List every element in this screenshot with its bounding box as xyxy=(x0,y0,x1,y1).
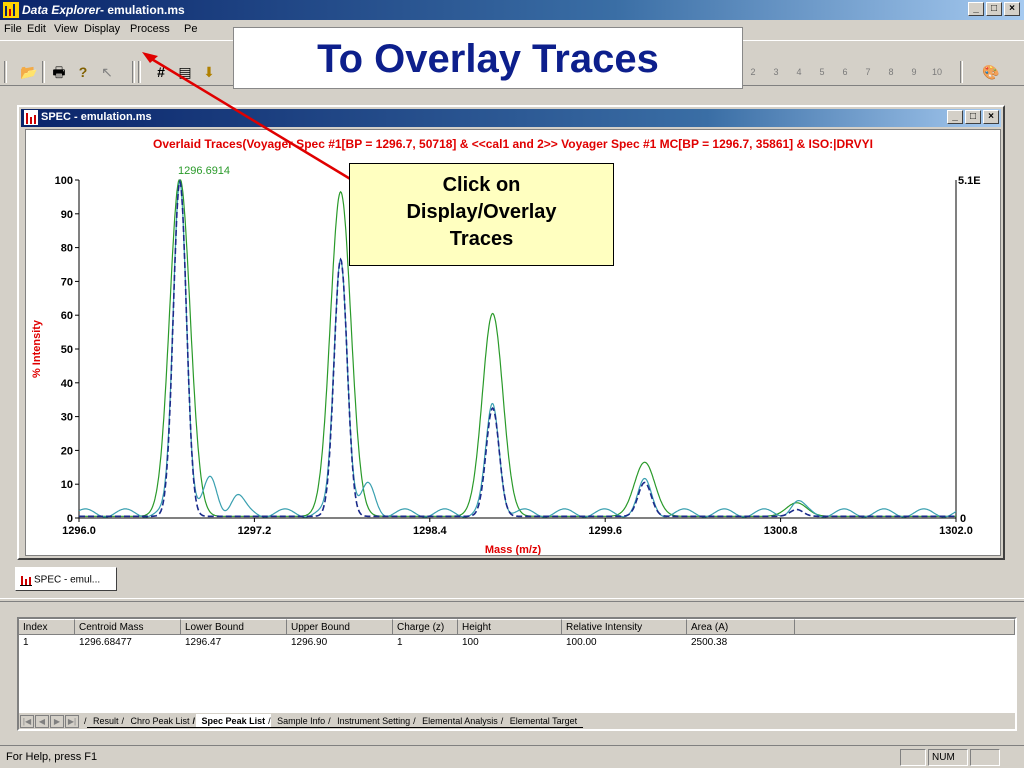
menu-peaks[interactable]: Pe xyxy=(184,23,197,35)
y-tick-label: 20 xyxy=(61,445,73,457)
download-icon[interactable]: ⬇ xyxy=(200,63,218,81)
col-lower-bound[interactable]: Lower Bound xyxy=(181,619,287,635)
spec-maximize-button[interactable]: □ xyxy=(965,110,981,124)
peak-annotation: 1296.6914 xyxy=(178,165,230,177)
grid-icon[interactable]: # xyxy=(152,63,170,81)
status-num: NUM xyxy=(928,749,968,766)
tab-instrument-setting[interactable]: Instrument Setting xyxy=(328,714,417,728)
y-tick-label: 80 xyxy=(61,243,73,255)
right-axis-top-label: 5.1E xyxy=(958,175,981,187)
x-tick-label: 1298.4 xyxy=(413,525,448,537)
spectrum-icon xyxy=(24,110,38,125)
x-axis-label: Mass (m/z) xyxy=(485,544,542,555)
spectrum-icon xyxy=(20,576,32,586)
col-index[interactable]: Index xyxy=(19,619,75,635)
close-button[interactable]: × xyxy=(1004,2,1020,16)
col-upper-bound[interactable]: Upper Bound xyxy=(287,619,393,635)
window-title: Data Explorer- emulation.ms xyxy=(22,3,185,17)
app-title-bar[interactable]: Data Explorer- emulation.ms _ □ × xyxy=(0,0,1024,20)
table-row[interactable]: 1 1296.68477 1296.47 1296.90 1 100 100.0… xyxy=(19,637,795,648)
trace-3-button[interactable]: 3 xyxy=(766,63,786,81)
status-bar: For Help, press F1 NUM xyxy=(0,745,1024,768)
spec-window-title-bar[interactable]: SPEC - emulation.ms _ □ × xyxy=(21,109,1001,127)
y-tick-label: 10 xyxy=(61,479,73,491)
menu-view[interactable]: View xyxy=(54,23,78,35)
table-header: Index Centroid Mass Lower Bound Upper Bo… xyxy=(19,619,1015,635)
x-tick-label: 1300.8 xyxy=(764,525,798,537)
first-sheet-icon[interactable]: |◀ xyxy=(20,714,34,728)
right-axis-bottom-label: 0 xyxy=(960,513,966,525)
trace-9-button[interactable]: 9 xyxy=(904,63,924,81)
y-tick-label: 70 xyxy=(61,276,73,288)
y-tick-label: 30 xyxy=(61,412,73,424)
trace-5-button[interactable]: 5 xyxy=(812,63,832,81)
open-folder-icon[interactable]: 📂 xyxy=(20,63,38,81)
status-cell-caps xyxy=(900,749,926,766)
document-tab[interactable]: SPEC - emul... xyxy=(15,567,117,591)
maximize-button[interactable]: □ xyxy=(986,2,1002,16)
y-tick-label: 0 xyxy=(67,513,73,525)
chart-title: Overlaid Traces(Voyager Spec #1[BP = 129… xyxy=(153,137,873,151)
trace-8-button[interactable]: 8 xyxy=(881,63,901,81)
tab-chro-peak-list[interactable]: Chro Peak List xyxy=(122,714,196,728)
y-axis-label: % Intensity xyxy=(31,319,43,378)
y-tick-label: 100 xyxy=(55,175,73,187)
splitter[interactable] xyxy=(0,598,1024,602)
col-centroid-mass[interactable]: Centroid Mass xyxy=(75,619,181,635)
status-message: For Help, press F1 xyxy=(6,751,98,763)
y-tick-label: 60 xyxy=(61,310,73,322)
app-icon xyxy=(3,2,19,18)
col-charge[interactable]: Charge (z) xyxy=(393,619,458,635)
x-tick-label: 1302.0 xyxy=(939,525,973,537)
sheet-tab-bar: |◀ ◀ ▶ ▶| Result Chro Peak List Spec Pea… xyxy=(19,713,1015,729)
col-area[interactable]: Area (A) xyxy=(687,619,795,635)
tab-spec-peak-list[interactable]: Spec Peak List xyxy=(193,714,272,728)
trace-2-button[interactable]: 2 xyxy=(743,63,763,81)
y-tick-label: 90 xyxy=(61,209,73,221)
instruction-callout: Click on Display/Overlay Traces xyxy=(349,163,614,266)
menu-edit[interactable]: Edit xyxy=(27,23,46,35)
menu-display[interactable]: Display xyxy=(84,23,120,35)
tab-elemental-target[interactable]: Elemental Target xyxy=(501,714,584,728)
col-height[interactable]: Height xyxy=(458,619,562,635)
spec-minimize-button[interactable]: _ xyxy=(947,110,963,124)
tab-elemental-analysis[interactable]: Elemental Analysis xyxy=(413,714,504,728)
trace-6-button[interactable]: 6 xyxy=(835,63,855,81)
prev-sheet-icon[interactable]: ◀ xyxy=(35,714,49,728)
x-tick-label: 1297.2 xyxy=(238,525,272,537)
tab-sample-info[interactable]: Sample Info xyxy=(268,714,332,728)
y-tick-label: 50 xyxy=(61,344,73,356)
tab-result[interactable]: Result xyxy=(84,714,125,728)
spec-close-button[interactable]: × xyxy=(983,110,999,124)
document-icon[interactable]: ▤ xyxy=(176,63,194,81)
x-tick-label: 1299.6 xyxy=(588,525,622,537)
trace-10-button[interactable]: 10 xyxy=(927,63,947,81)
status-cell-scroll xyxy=(970,749,1000,766)
color-palette-icon[interactable]: 🎨 xyxy=(982,63,1000,81)
next-sheet-icon[interactable]: ▶ xyxy=(50,714,64,728)
last-sheet-icon[interactable]: ▶| xyxy=(65,714,79,728)
peak-table-panel: Index Centroid Mass Lower Bound Upper Bo… xyxy=(17,617,1017,731)
menu-process[interactable]: Process xyxy=(130,23,170,35)
help-icon[interactable]: ? xyxy=(74,63,92,81)
trace-7-button[interactable]: 7 xyxy=(858,63,878,81)
menu-file[interactable]: File xyxy=(4,23,22,35)
print-icon[interactable]: 🖶 xyxy=(50,63,68,81)
trace-4-button[interactable]: 4 xyxy=(789,63,809,81)
y-tick-label: 40 xyxy=(61,378,73,390)
slide-banner: To Overlay Traces xyxy=(233,27,743,89)
context-help-icon[interactable]: ↖ xyxy=(98,63,116,81)
minimize-button[interactable]: _ xyxy=(968,2,984,16)
col-relative-intensity[interactable]: Relative Intensity xyxy=(562,619,687,635)
x-tick-label: 1296.0 xyxy=(62,525,96,537)
